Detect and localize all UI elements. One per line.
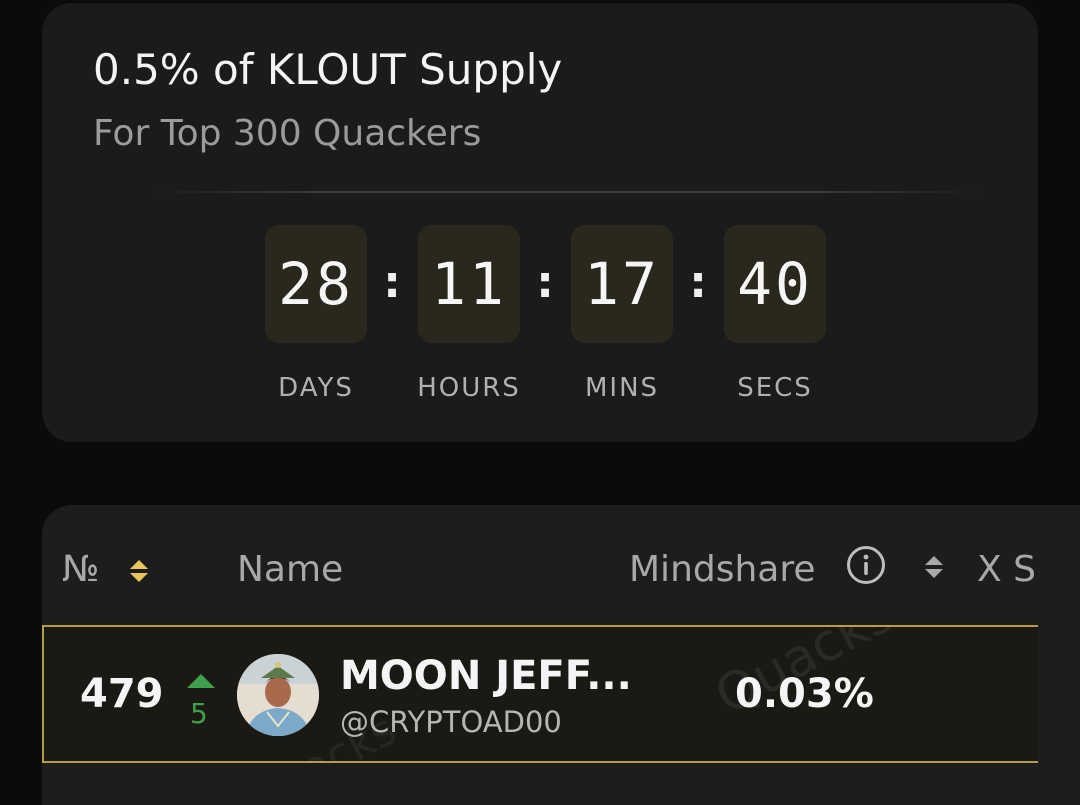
- time-separator: :: [689, 257, 707, 308]
- info-icon[interactable]: [846, 545, 886, 585]
- time-separator: :: [383, 257, 401, 308]
- hours-value: 11: [418, 225, 520, 343]
- avatar-image: [237, 654, 319, 736]
- card-title: 0.5% of KLOUT Supply: [93, 45, 563, 94]
- column-header-rank[interactable]: №: [62, 549, 99, 590]
- hours-label: HOURS: [417, 373, 521, 403]
- rank-value: 479: [80, 671, 164, 717]
- leaderboard-card: № Name Mindshare X S Quacks Quacks 479 5: [42, 505, 1080, 805]
- seconds-value: 40: [724, 225, 826, 343]
- column-header-mindshare[interactable]: Mindshare: [629, 549, 816, 590]
- minutes-label: MINS: [584, 373, 660, 403]
- column-header-name[interactable]: Name: [237, 549, 343, 590]
- sort-icon[interactable]: [924, 553, 944, 581]
- sort-icon[interactable]: [129, 557, 149, 585]
- divider: [152, 191, 982, 193]
- card-subtitle: For Top 300 Quackers: [93, 113, 482, 154]
- days-label: DAYS: [278, 373, 354, 403]
- days-value: 28: [265, 225, 367, 343]
- minutes-value: 17: [571, 225, 673, 343]
- countdown-card: 0.5% of KLOUT Supply For Top 300 Quacker…: [42, 3, 1038, 442]
- time-separator: :: [536, 257, 554, 308]
- user-handle[interactable]: @CRYPTOAD00: [340, 705, 562, 739]
- seconds-label: SECS: [737, 373, 813, 403]
- user-name[interactable]: MOON JEFF...: [340, 653, 632, 699]
- rank-change: 5: [190, 697, 208, 730]
- avatar[interactable]: [237, 654, 319, 736]
- mindshare-value: 0.03%: [735, 671, 874, 717]
- triangle-up-icon: [187, 674, 215, 688]
- column-header-x-score[interactable]: X S: [977, 549, 1036, 590]
- table-row[interactable]: Quacks Quacks 479 5 MOON JEFF... @CRYPTO…: [42, 625, 1038, 763]
